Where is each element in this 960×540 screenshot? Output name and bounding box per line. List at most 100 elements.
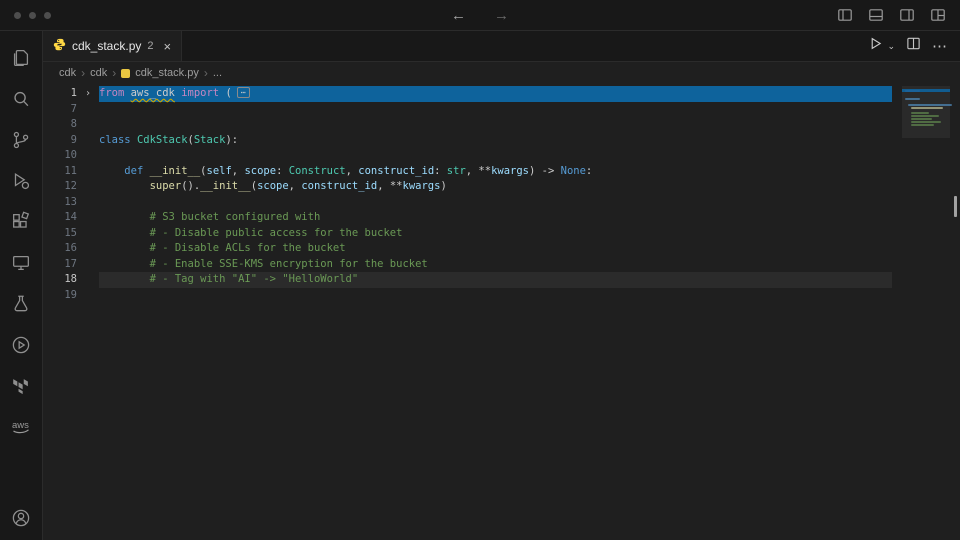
explorer-icon[interactable] <box>0 37 42 78</box>
window-controls[interactable] <box>14 12 51 19</box>
line-number[interactable]: 9 <box>43 133 77 149</box>
breadcrumb-separator-icon: › <box>204 66 208 80</box>
line-number[interactable]: 18 <box>43 272 77 288</box>
toggle-secondary-sidebar-icon[interactable] <box>899 7 915 23</box>
code-text[interactable]: # S3 bucket configured with <box>99 210 892 226</box>
fold-gutter <box>77 272 99 288</box>
line-number[interactable]: 17 <box>43 257 77 273</box>
code-line[interactable]: 19 <box>43 288 892 304</box>
breadcrumb-separator-icon: › <box>81 66 85 80</box>
code-line[interactable]: 14 # S3 bucket configured with <box>43 210 892 226</box>
run-python-file-icon[interactable] <box>868 36 883 56</box>
code-line[interactable]: 15 # - Disable public access for the buc… <box>43 226 892 242</box>
code-line[interactable]: 9 class CdkStack(Stack): <box>43 133 892 149</box>
testing-beaker-icon[interactable] <box>0 283 42 324</box>
python-file-icon <box>121 69 130 78</box>
code-line[interactable]: 11 def __init__(self, scope: Construct, … <box>43 164 892 180</box>
extensions-icon[interactable] <box>0 201 42 242</box>
toggle-primary-sidebar-icon[interactable] <box>837 7 853 23</box>
fold-gutter <box>77 288 99 304</box>
minimap-line <box>908 104 952 106</box>
minimap[interactable] <box>902 86 950 196</box>
line-number[interactable]: 15 <box>43 226 77 242</box>
close-tab-icon[interactable]: × <box>164 39 172 54</box>
title-bar: ← → <box>0 0 960 31</box>
code-line[interactable]: 13 <box>43 195 892 211</box>
line-number[interactable]: 1 <box>43 86 77 102</box>
breadcrumb-item[interactable]: ... <box>213 67 222 79</box>
search-icon[interactable] <box>0 78 42 119</box>
line-number[interactable]: 19 <box>43 288 77 304</box>
tab-badge: 2 <box>147 40 153 52</box>
code-line[interactable]: 16 # - Disable ACLs for the bucket <box>43 241 892 257</box>
terraform-icon[interactable] <box>0 365 42 406</box>
code-text[interactable]: # - Disable public access for the bucket <box>99 226 892 242</box>
breadcrumb-separator-icon: › <box>112 66 116 80</box>
fold-chevron-icon[interactable]: › <box>77 86 99 102</box>
line-number[interactable]: 14 <box>43 210 77 226</box>
breadcrumb-item[interactable]: cdk <box>90 67 107 79</box>
fold-gutter <box>77 226 99 242</box>
run-dropdown-caret-icon[interactable]: ⌄ <box>887 41 895 52</box>
code-text[interactable] <box>99 195 892 211</box>
remote-explorer-icon[interactable] <box>0 242 42 283</box>
fold-gutter <box>77 164 99 180</box>
code-text[interactable] <box>99 117 892 133</box>
tab-cdk-stack-py[interactable]: cdk_stack.py 2 × <box>43 31 182 61</box>
tab-label: cdk_stack.py <box>72 39 141 53</box>
code-text[interactable]: # - Enable SSE-KMS encryption for the bu… <box>99 257 892 273</box>
fold-gutter <box>77 195 99 211</box>
breadcrumb-item[interactable]: cdk_stack.py <box>135 67 199 79</box>
code-text[interactable]: super().__init__(scope, construct_id, **… <box>99 179 892 195</box>
activity-bar: aws <box>0 31 43 540</box>
code-line[interactable]: 10 <box>43 148 892 164</box>
code-text[interactable] <box>99 102 892 118</box>
minimap-line <box>911 107 944 109</box>
aws-toolkit-icon[interactable]: aws <box>0 406 42 447</box>
minimap-selection <box>902 89 950 92</box>
line-number[interactable]: 16 <box>43 241 77 257</box>
code-text[interactable] <box>99 288 892 304</box>
window-dot-icon[interactable] <box>29 12 36 19</box>
window-dot-icon[interactable] <box>14 12 21 19</box>
code-line[interactable]: 7 <box>43 102 892 118</box>
split-editor-icon[interactable] <box>906 36 921 56</box>
code-line[interactable]: 1›from aws_cdk import (⋯ <box>43 86 892 102</box>
code-line[interactable]: 17 # - Enable SSE-KMS encryption for the… <box>43 257 892 273</box>
line-number[interactable]: 10 <box>43 148 77 164</box>
line-number[interactable]: 13 <box>43 195 77 211</box>
breadcrumb-item[interactable]: cdk <box>59 67 76 79</box>
fold-gutter <box>77 210 99 226</box>
code-line[interactable]: 8 <box>43 117 892 133</box>
line-number[interactable]: 7 <box>43 102 77 118</box>
window-dot-icon[interactable] <box>44 12 51 19</box>
code-text[interactable]: class CdkStack(Stack): <box>99 133 892 149</box>
history-nav: ← → <box>451 7 509 24</box>
customize-layout-icon[interactable] <box>930 7 946 23</box>
fold-gutter <box>77 117 99 133</box>
code-text[interactable]: # - Tag with "AI" -> "HelloWorld" <box>99 272 892 288</box>
code-text[interactable]: # - Disable ACLs for the bucket <box>99 241 892 257</box>
python-file-icon <box>53 38 66 54</box>
editor-more-actions-icon[interactable]: ⋯ <box>932 37 948 55</box>
code-line[interactable]: 18 # - Tag with "AI" -> "HelloWorld" <box>43 272 892 288</box>
line-number[interactable]: 8 <box>43 117 77 133</box>
svg-text:aws: aws <box>12 420 29 431</box>
minimap-line <box>911 118 933 120</box>
source-control-icon[interactable] <box>0 119 42 160</box>
code-text[interactable]: def __init__(self, scope: Construct, con… <box>99 164 892 180</box>
toggle-panel-icon[interactable] <box>868 7 884 23</box>
code-text[interactable] <box>99 148 892 164</box>
line-number[interactable]: 12 <box>43 179 77 195</box>
editor-lines: 1›from aws_cdk import (⋯789class CdkStac… <box>43 86 892 303</box>
editor[interactable]: 1›from aws_cdk import (⋯789class CdkStac… <box>43 84 960 540</box>
line-number[interactable]: 11 <box>43 164 77 180</box>
back-icon[interactable]: ← <box>451 7 466 24</box>
code-text[interactable]: from aws_cdk import (⋯ <box>99 86 892 102</box>
run-circle-icon[interactable] <box>0 324 42 365</box>
account-icon[interactable] <box>0 497 42 538</box>
forward-icon[interactable]: → <box>494 7 509 24</box>
code-line[interactable]: 12 super().__init__(scope, construct_id,… <box>43 179 892 195</box>
run-and-debug-icon[interactable] <box>0 160 42 201</box>
folded-code-badge[interactable]: ⋯ <box>237 87 250 98</box>
